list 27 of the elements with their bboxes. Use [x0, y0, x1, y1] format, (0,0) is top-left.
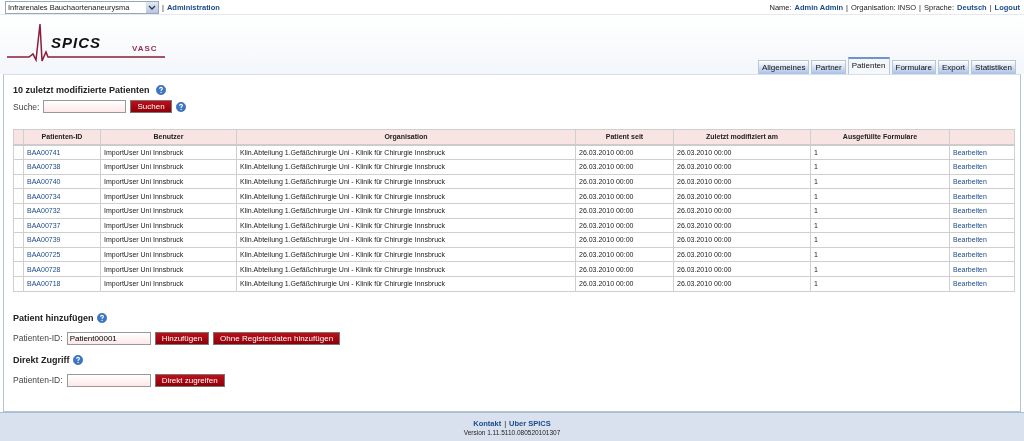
section-title: Patient hinzufügen [13, 312, 94, 323]
tab[interactable]: Partner [811, 60, 846, 74]
field-label: Patienten-ID: [13, 333, 63, 344]
help-icon[interactable] [175, 101, 186, 112]
patient-id-field[interactable] [66, 373, 151, 387]
heartbeat-line-icon [7, 22, 165, 62]
action-button[interactable]: Hinzufügen [154, 331, 210, 345]
action-button[interactable]: Ohne Registerdaten hinzufügen [213, 331, 341, 345]
section-title: 10 zuletzt modifizierte Patienten [13, 85, 150, 95]
help-icon[interactable] [155, 85, 166, 95]
section-title: Direkt Zugriff [13, 354, 70, 365]
tab[interactable]: Allgemeines [757, 60, 810, 74]
logo-subtitle: VASC [132, 44, 158, 53]
tab[interactable]: Export [937, 60, 970, 74]
tab[interactable]: Patienten [847, 57, 890, 74]
action-button[interactable]: Direkt zugreifen [154, 373, 225, 387]
chevron-down-icon [146, 1, 158, 13]
search-field[interactable] [43, 100, 127, 113]
logo-title: SPICS [51, 34, 101, 51]
action-button[interactable]: Suchen [130, 100, 172, 113]
field-label: Patienten-ID: [13, 375, 63, 386]
tab[interactable]: Formulare [891, 60, 936, 74]
patient-id-field[interactable]: Patient00001 [66, 331, 151, 345]
tab[interactable]: Statistiken [971, 60, 1016, 74]
help-icon[interactable] [72, 354, 83, 365]
field-label: Suche: [13, 101, 40, 112]
help-icon[interactable] [96, 312, 107, 323]
